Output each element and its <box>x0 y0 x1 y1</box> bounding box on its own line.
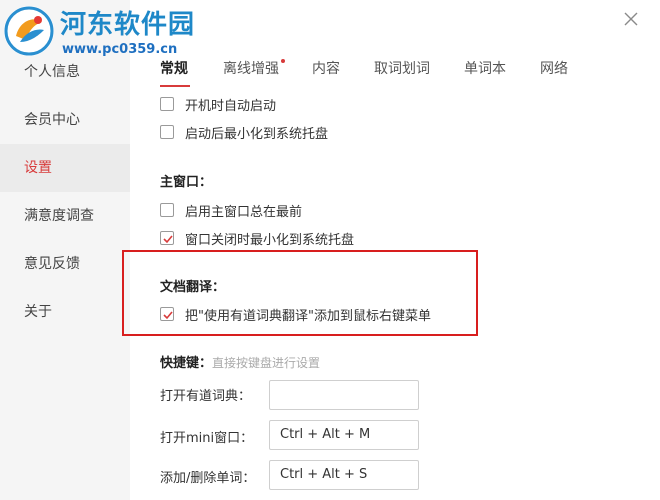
checkbox[interactable] <box>160 203 174 217</box>
sidebar: 个人信息 会员中心 设置 满意度调查 意见反馈 关于 <box>0 0 130 500</box>
option-label: 开机时自动启动 <box>185 98 277 114</box>
section-title-main-window: 主窗口： <box>160 175 213 190</box>
tab-content[interactable]: 内容 <box>312 58 340 78</box>
checkmark-icon <box>163 311 173 320</box>
option-label: 把"使用有道词典翻译"添加到鼠标右键菜单 <box>185 308 431 324</box>
sidebar-item-survey[interactable]: 满意度调查 <box>0 192 130 240</box>
checkbox-checked[interactable] <box>160 307 174 321</box>
option-minimize-on-start[interactable]: 启动后最小化到系统托盘 <box>160 122 328 142</box>
option-label: 窗口关闭时最小化到系统托盘 <box>185 232 355 248</box>
sidebar-item-settings[interactable]: 设置 <box>0 144 130 192</box>
sidebar-item-feedback[interactable]: 意见反馈 <box>0 240 130 288</box>
tab-offline-label: 离线增强 <box>223 61 279 77</box>
tab-general-label: 常规 <box>160 61 188 77</box>
section-title-doc-translate: 文档翻译： <box>160 280 226 295</box>
new-dot-badge <box>281 59 285 63</box>
option-label: 启用主窗口总在最前 <box>185 204 303 220</box>
option-autostart[interactable]: 开机时自动启动 <box>160 94 276 114</box>
section-title-hotkeys: 快捷键：直接按键盘进行设置 <box>160 352 320 371</box>
option-label: 启动后最小化到系统托盘 <box>185 126 329 142</box>
hotkey-label-add-remove-word: 添加/删除单词： <box>160 471 256 486</box>
tab-general[interactable]: 常规 <box>160 58 190 87</box>
tab-wordbook[interactable]: 单词本 <box>464 58 506 78</box>
option-minimize-on-close[interactable]: 窗口关闭时最小化到系统托盘 <box>160 228 354 248</box>
hotkey-label-open-dict: 打开有道词典： <box>160 389 252 404</box>
hotkey-input-add-remove-word[interactable]: Ctrl + Alt + S <box>269 460 419 490</box>
watermark-logo: 河东软件园 www.pc0359.cn <box>0 0 210 64</box>
hotkeys-title: 快捷键： <box>160 356 213 371</box>
checkbox[interactable] <box>160 97 174 111</box>
hotkey-label-mini-window: 打开mini窗口： <box>160 431 254 446</box>
close-icon[interactable] <box>620 8 642 30</box>
tab-offline[interactable]: 离线增强 <box>223 58 285 78</box>
hotkey-input-open-dict[interactable] <box>269 380 419 410</box>
checkbox-checked[interactable] <box>160 231 174 245</box>
hotkeys-hint: 直接按键盘进行设置 <box>212 356 321 370</box>
checkbox[interactable] <box>160 125 174 139</box>
tab-word-capture[interactable]: 取词划词 <box>374 58 430 78</box>
logo-url: www.pc0359.cn <box>62 42 178 57</box>
logo-emblem-icon <box>4 6 54 56</box>
hotkey-input-mini-window[interactable]: Ctrl + Alt + M <box>269 420 419 450</box>
option-context-menu-translate[interactable]: 把"使用有道词典翻译"添加到鼠标右键菜单 <box>160 304 431 324</box>
logo-title: 河东软件园 <box>60 10 196 40</box>
sidebar-item-about[interactable]: 关于 <box>0 288 130 336</box>
active-tab-underline <box>160 85 190 87</box>
checkmark-icon <box>163 235 173 244</box>
option-always-on-top[interactable]: 启用主窗口总在最前 <box>160 200 302 220</box>
sidebar-item-membership[interactable]: 会员中心 <box>0 96 130 144</box>
tab-network[interactable]: 网络 <box>540 58 568 78</box>
